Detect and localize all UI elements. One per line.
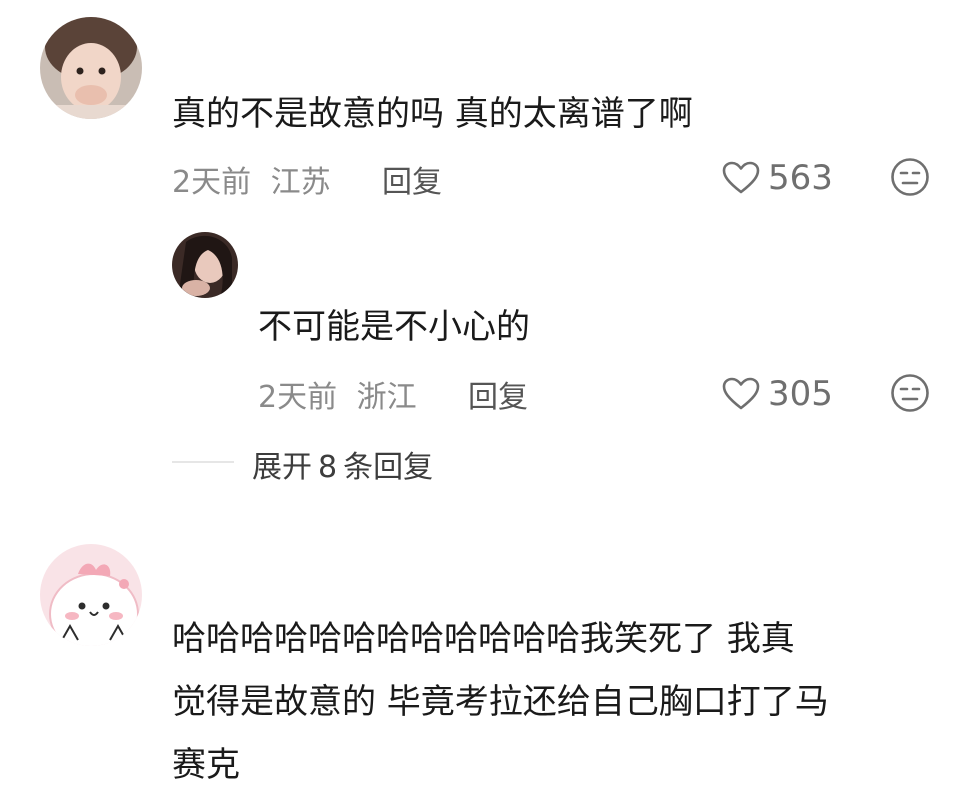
reply-like-count: 305 [768, 374, 833, 414]
expand-replies-button[interactable]: 展开 8 条回复 [252, 442, 433, 486]
reply-reply-button[interactable]: 回复 [468, 372, 528, 416]
commenter-avatar-2[interactable] [40, 544, 142, 646]
comment-text-2-line-1: 哈哈哈哈哈哈哈哈哈哈哈哈我笑死了 我真 [172, 619, 795, 659]
heart-icon [722, 377, 760, 410]
reply-like-button[interactable]: 305 [722, 374, 833, 414]
heart-icon [722, 161, 760, 194]
comment-location: 江苏 [270, 165, 331, 200]
commenter-avatar[interactable] [40, 17, 142, 119]
reply-text: 不可能是不小心的 [258, 307, 530, 347]
expand-suffix: 条回复 [343, 450, 434, 485]
comment-meta: 2天前 江苏 [172, 157, 331, 201]
woman-photo-avatar [172, 232, 238, 298]
girl-photo-avatar [40, 17, 142, 119]
expand-count: 8 [318, 450, 338, 485]
comment-text: 真的不是故意的吗 真的太离谱了啊 [172, 94, 693, 134]
meh-face-icon [891, 374, 929, 412]
expand-divider [172, 461, 234, 463]
comment-text-2-line-3: 赛克 [172, 745, 240, 785]
comment-time: 2天前 [172, 165, 252, 200]
like-count: 563 [768, 158, 833, 198]
reply-dislike-button[interactable] [890, 373, 930, 417]
reply-time: 2天前 [258, 380, 338, 415]
dislike-button[interactable] [890, 157, 930, 201]
reply-button[interactable]: 回复 [382, 157, 442, 201]
reply-location: 浙江 [356, 380, 417, 415]
comment-text-2-line-2: 觉得是故意的 毕竟考拉还给自己胸口打了马 [172, 682, 829, 722]
reply-avatar[interactable] [172, 232, 238, 298]
meh-face-icon [891, 158, 929, 196]
expand-prefix: 展开 [252, 450, 312, 485]
like-button[interactable]: 563 [722, 158, 833, 198]
reply-meta: 2天前 浙江 [258, 372, 417, 416]
pink-cartoon-avatar [40, 544, 142, 646]
